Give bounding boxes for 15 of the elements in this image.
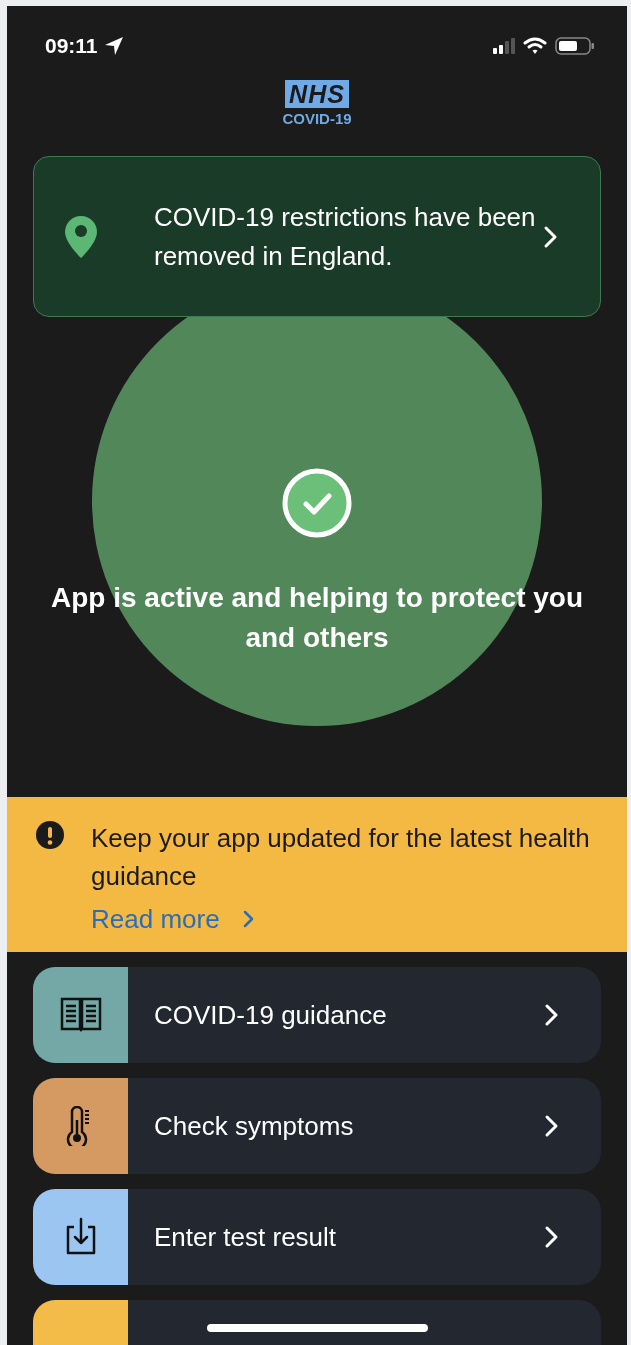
signal-icon [493, 38, 515, 54]
wifi-icon [523, 37, 547, 55]
exclamation-icon [36, 821, 64, 849]
battery-icon [555, 37, 595, 55]
menu-item[interactable]: Enter test result [33, 1189, 601, 1285]
chevron-right-icon [241, 909, 256, 929]
menu-item[interactable]: Check symptoms [33, 1078, 601, 1174]
menu-item[interactable]: COVID-19 guidance [33, 967, 601, 1063]
location-arrow-icon [103, 36, 124, 56]
restrictions-card[interactable]: COVID-19 restrictions have been removed in England. [33, 156, 601, 317]
update-message: Keep your app updated for the latest health guidance [91, 822, 591, 893]
nhs-logo: NHS [285, 80, 349, 108]
map-pin-icon [64, 214, 98, 259]
logo-subtitle: COVID-19 [282, 110, 352, 128]
clock-time: 09:11 [45, 34, 98, 58]
